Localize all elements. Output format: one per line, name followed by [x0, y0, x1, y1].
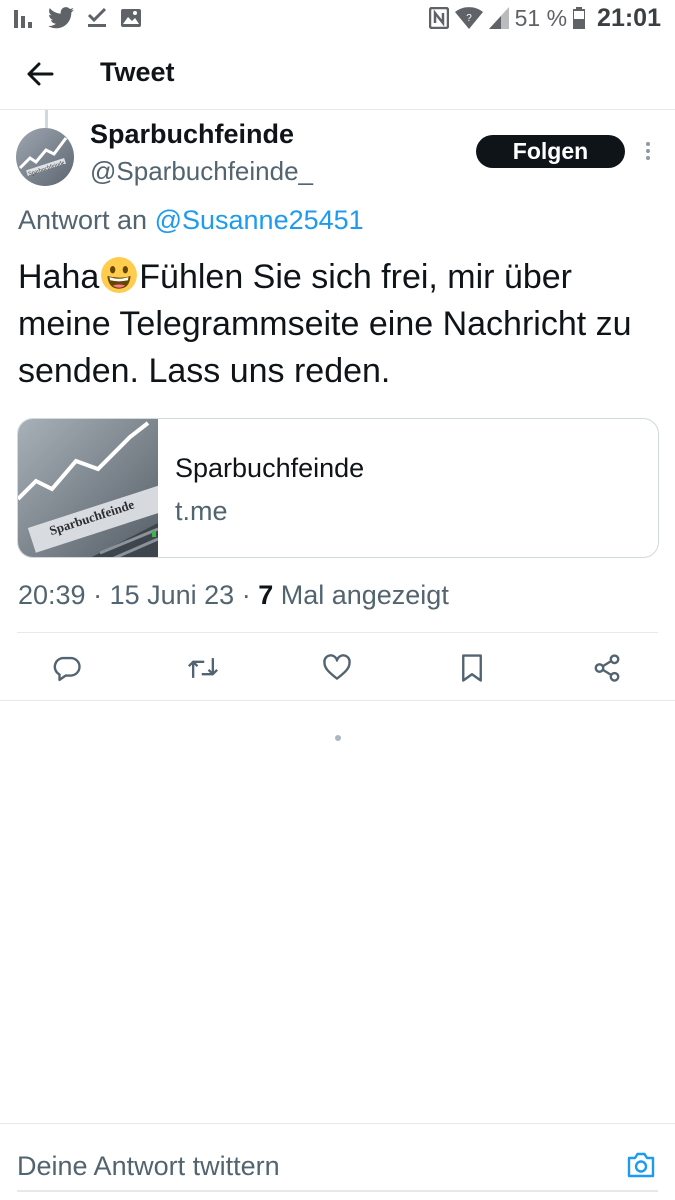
top-header: Tweet	[0, 36, 675, 110]
share-button[interactable]	[590, 651, 624, 685]
tweet-time: 20:39	[18, 580, 86, 610]
author-name[interactable]: Sparbuchfeinde	[90, 119, 294, 150]
reply-to-line: Antwort an @Susanne25451	[18, 205, 364, 236]
reply-composer-bar	[0, 1123, 675, 1200]
bookmark-icon	[462, 654, 482, 682]
nfc-icon	[428, 7, 449, 29]
svg-text:?: ?	[466, 13, 472, 24]
tweet-text-start: Haha	[18, 258, 100, 296]
status-bar: ? 51 % 21:01	[0, 0, 675, 36]
camera-icon	[627, 1152, 655, 1178]
card-domain: t.me	[175, 496, 228, 526]
reply-input-underline	[17, 1190, 658, 1192]
author-handle[interactable]: @Sparbuchfeinde_	[90, 156, 313, 187]
reply-icon	[53, 656, 81, 682]
battery-icon	[573, 7, 586, 29]
like-button[interactable]	[320, 651, 354, 685]
card-thumbnail: Sparbuchfeinde	[18, 419, 179, 557]
reply-button[interactable]	[50, 651, 84, 685]
signal-bars-icon	[14, 8, 36, 28]
card-title: Sparbuchfeinde	[175, 453, 365, 483]
reply-input[interactable]	[17, 1146, 577, 1186]
download-check-icon	[86, 7, 108, 29]
loading-indicator	[335, 735, 341, 741]
status-bar-left	[14, 6, 142, 30]
battery-percentage: 51 %	[514, 4, 568, 31]
wifi-icon: ?	[454, 7, 483, 29]
tweet-date: 15 Juni 23	[109, 580, 235, 610]
reply-mention-link[interactable]: @Susanne25451	[155, 205, 364, 235]
meta-separator: ·	[85, 580, 110, 610]
page-title: Tweet	[100, 57, 175, 87]
retweet-icon	[188, 658, 218, 678]
cell-signal-icon	[488, 7, 509, 29]
bookmark-button[interactable]	[455, 651, 489, 685]
image-icon	[120, 8, 142, 28]
twitter-bird-icon	[48, 7, 74, 29]
retweet-button[interactable]	[186, 651, 220, 685]
share-icon	[594, 654, 620, 682]
action-bar-divider	[0, 700, 675, 701]
avatar[interactable]: Sparbuchfeinde	[16, 128, 74, 186]
follow-button[interactable]: Folgen	[476, 135, 625, 168]
more-options-button[interactable]	[640, 138, 656, 164]
meta-separator: ·	[234, 580, 259, 610]
camera-button[interactable]	[624, 1148, 658, 1182]
tweet-text: Haha Fühlen Sie sich frei, mir über meine…	[18, 254, 658, 395]
view-count[interactable]: 7	[258, 580, 273, 610]
status-clock: 21:01	[597, 3, 661, 32]
back-button[interactable]	[20, 54, 60, 94]
grinning-face-emoji	[101, 257, 138, 293]
view-count-label: Mal angezeigt	[273, 580, 449, 610]
like-icon	[323, 654, 351, 680]
thread-connector-line	[45, 110, 48, 128]
arrow-left-icon	[27, 62, 54, 86]
tweet-meta: 20:39 · 15 Juni 23 · 7 Mal angezeigt	[18, 580, 449, 611]
meta-divider	[17, 632, 658, 633]
reply-to-prefix: Antwort an	[18, 205, 148, 235]
status-bar-right: ? 51 % 21:01	[428, 3, 661, 32]
more-vertical-icon	[646, 142, 650, 160]
tweet-action-bar	[0, 634, 675, 700]
link-preview-card[interactable]: Sparbuchfeinde Sparbuchfeinde t.me	[17, 418, 659, 558]
